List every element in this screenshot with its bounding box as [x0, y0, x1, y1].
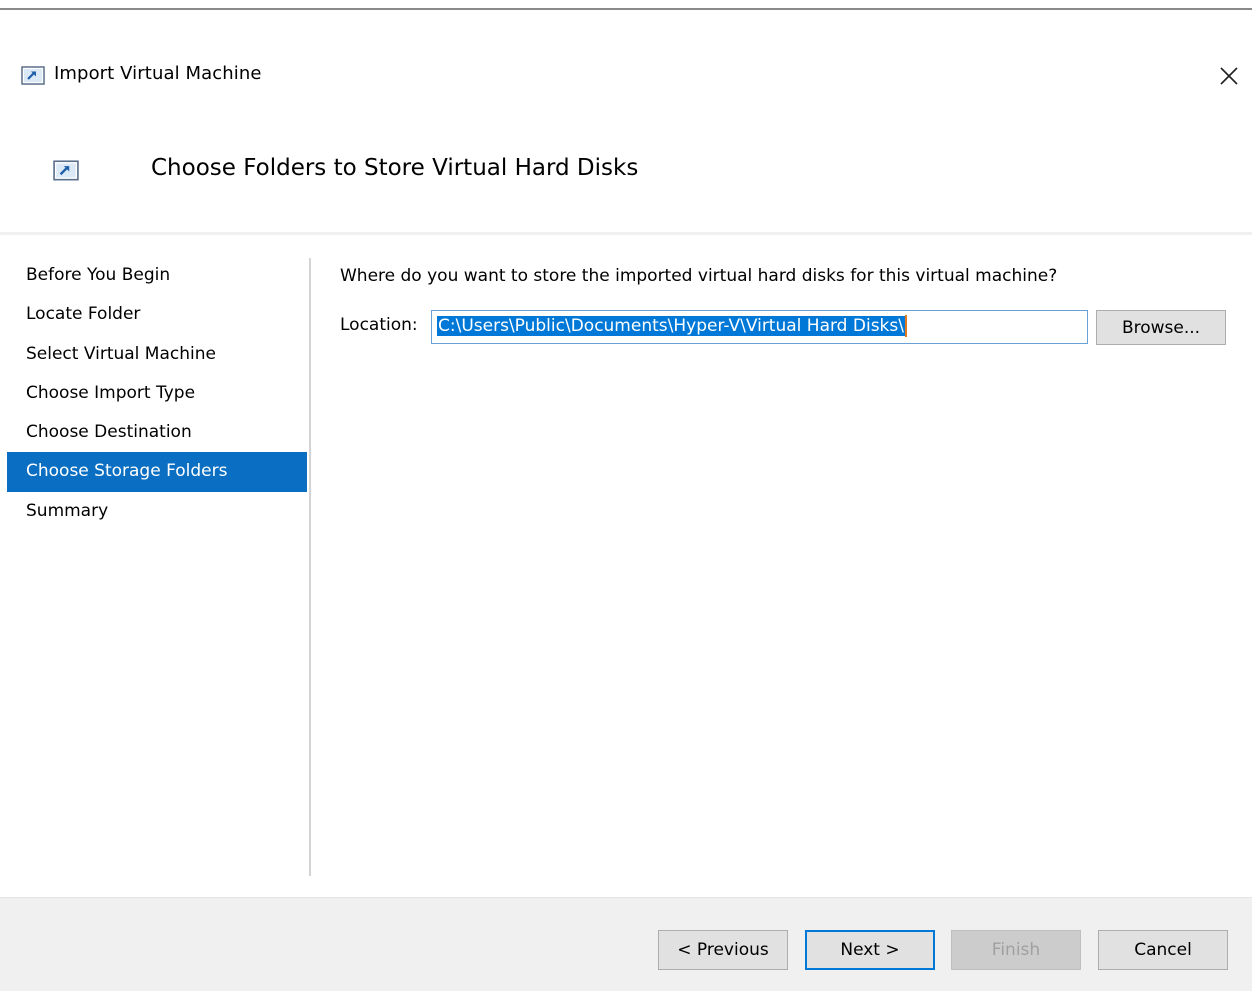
window-top-border [0, 0, 1252, 10]
finish-button: Finish [951, 930, 1081, 970]
nav-item-choose-import-type[interactable]: Choose Import Type [7, 374, 307, 413]
close-button[interactable] [1210, 57, 1248, 95]
nav-item-summary[interactable]: Summary [7, 492, 307, 531]
nav-item-before-you-begin[interactable]: Before You Begin [7, 256, 307, 295]
wizard-steps-nav: Before You Begin Locate Folder Select Vi… [7, 256, 307, 531]
sidebar-divider [309, 258, 311, 876]
nav-item-select-virtual-machine[interactable]: Select Virtual Machine [7, 335, 307, 374]
location-value: C:\Users\Public\Documents\Hyper-V\Virtua… [437, 315, 905, 336]
page-title: Choose Folders to Store Virtual Hard Dis… [151, 155, 639, 181]
location-input[interactable]: C:\Users\Public\Documents\Hyper-V\Virtua… [431, 310, 1088, 344]
nav-item-choose-destination[interactable]: Choose Destination [7, 413, 307, 452]
vm-import-icon [53, 160, 79, 182]
location-label: Location: [340, 315, 418, 335]
vm-import-icon [21, 66, 45, 86]
cancel-button[interactable]: Cancel [1098, 930, 1228, 970]
storage-question: Where do you want to store the imported … [340, 266, 1058, 286]
wizard-footer: < Previous Next > Finish Cancel [0, 897, 1252, 991]
window-title: Import Virtual Machine [54, 63, 262, 84]
text-caret [904, 315, 907, 337]
title-bar: Import Virtual Machine [0, 55, 1252, 99]
next-button[interactable]: Next > [805, 930, 935, 970]
browse-button[interactable]: Browse... [1096, 310, 1226, 345]
nav-item-choose-storage-folders[interactable]: Choose Storage Folders [7, 452, 307, 492]
previous-button[interactable]: < Previous [658, 930, 788, 970]
close-icon [1220, 67, 1238, 85]
nav-item-locate-folder[interactable]: Locate Folder [7, 295, 307, 334]
header-divider [0, 232, 1252, 235]
